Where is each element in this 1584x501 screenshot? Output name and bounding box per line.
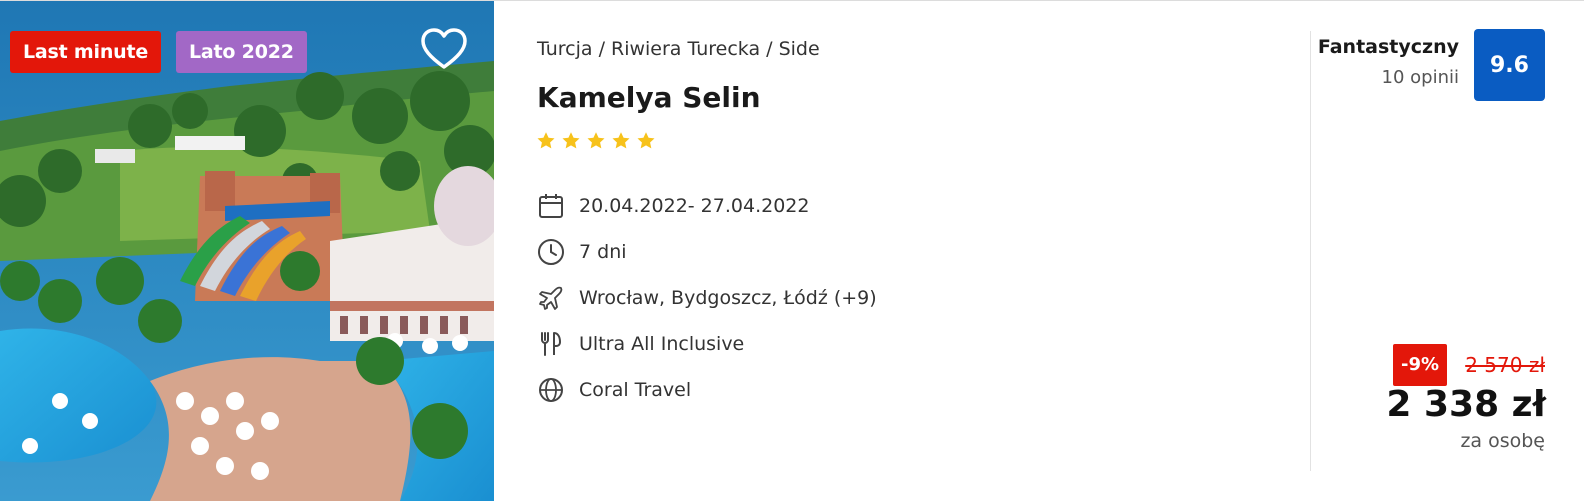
operator-text: Coral Travel [579,379,692,401]
dates-text: 20.04.2022- 27.04.2022 [579,195,810,217]
breadcrumb[interactable]: Turcja / Riwiera Turecka / Side [537,38,820,60]
season-badge: Lato 2022 [176,31,307,73]
board-text: Ultra All Inclusive [579,333,745,355]
old-price: 2 570 zł [1465,353,1545,377]
column-divider [1310,31,1311,471]
last-minute-badge: Last minute [10,31,162,73]
duration-text: 7 dni [579,241,627,263]
offer-card[interactable]: Last minute Lato 2022 Turcja / Riwiera T… [0,0,1584,501]
hotel-stars [536,131,656,151]
star-icon [537,132,555,149]
heart-outline-icon [421,28,467,69]
airplane-icon [536,283,566,313]
favorite-button[interactable] [420,27,468,71]
departure-row: Wrocław, Bydgoszcz, Łódź (+9) [536,275,877,321]
reviews-count[interactable]: 10 opinii [1382,67,1459,88]
hotel-photo[interactable]: Last minute Lato 2022 [0,1,494,501]
rating-score: 9.6 [1474,29,1545,101]
star-icon [562,132,580,149]
star-icon [612,132,630,149]
board-row: Ultra All Inclusive [536,321,877,367]
hotel-name[interactable]: Kamelya Selin [537,81,761,114]
calendar-icon [536,191,566,221]
rating-label: Fantastyczny [1317,36,1459,58]
clock-icon [536,237,566,267]
globe-icon [536,375,566,405]
cutlery-icon [536,329,566,359]
price-per-person: za osobę [1460,430,1545,452]
dates-row: 20.04.2022- 27.04.2022 [536,183,877,229]
current-price[interactable]: 2 338 zł [1386,384,1546,425]
offer-details: 20.04.2022- 27.04.2022 7 dni Wrocław, By… [536,183,877,413]
duration-row: 7 dni [536,229,877,275]
departure-text[interactable]: Wrocław, Bydgoszcz, Łódź (+9) [579,287,877,309]
star-icon [587,132,605,149]
star-icon [637,132,655,149]
discount-badge: -9% [1393,344,1448,386]
operator-row: Coral Travel [536,367,877,413]
resort-image [0,1,494,501]
